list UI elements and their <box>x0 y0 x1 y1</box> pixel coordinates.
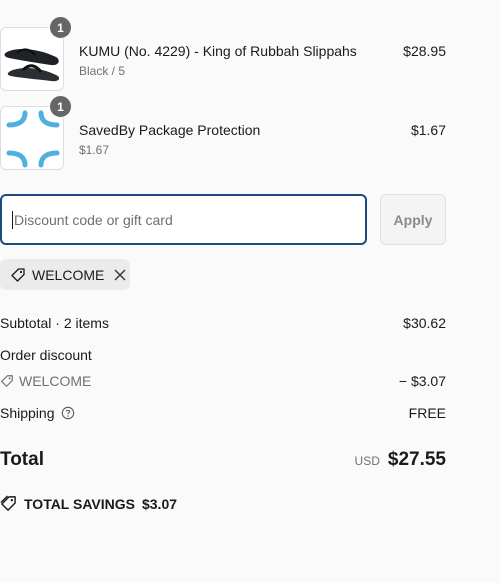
discount-code-line: WELCOME <box>0 373 91 389</box>
discount-code-row: WELCOME − $3.07 <box>0 373 446 391</box>
quantity-badge: 1 <box>49 95 72 118</box>
currency-code: USD <box>354 454 380 468</box>
applied-code-label: WELCOME <box>32 266 105 283</box>
discount-value: − $3.07 <box>398 373 446 389</box>
line-item: 1 SavedBy Package Protection $1.67 $1.67 <box>0 95 446 170</box>
apply-button[interactable]: Apply <box>380 194 446 245</box>
shipping-value: FREE <box>408 405 446 421</box>
line-item: 1 KUMU (No. 4229) - King of Rubbah Slipp… <box>0 16 446 91</box>
remove-discount-icon[interactable] <box>114 269 126 281</box>
shipping-label: Shipping <box>0 405 55 421</box>
tag-icon <box>1 375 13 387</box>
total-value: $27.55 <box>387 449 446 470</box>
help-icon[interactable] <box>61 406 75 420</box>
shipping-label-group: Shipping <box>0 405 75 421</box>
total-label: Total <box>0 449 44 470</box>
item-price: $28.95 <box>403 43 446 59</box>
savings-value: $3.07 <box>141 495 178 512</box>
item-variant: Black / 5 <box>79 64 126 78</box>
applied-discount-chip: WELCOME <box>0 259 130 290</box>
item-subtitle: $1.67 <box>79 143 110 157</box>
text-caret <box>12 211 13 229</box>
shipping-row: Shipping FREE <box>0 405 446 421</box>
savings-tag-icon <box>0 495 17 512</box>
order-discount-row: Order discount <box>0 347 446 363</box>
quantity-badge: 1 <box>49 16 72 39</box>
savings-label: TOTAL SAVINGS <box>24 495 135 512</box>
subtotal-row: Subtotal · 2 items $30.62 <box>0 315 446 331</box>
total-savings: TOTAL SAVINGS $3.07 <box>0 495 177 512</box>
item-title: SavedBy Package Protection <box>79 122 261 138</box>
order-discount-label: Order discount <box>0 347 92 363</box>
subtotal-value: $30.62 <box>403 315 446 331</box>
subtotal-label: Subtotal · 2 items <box>0 315 109 331</box>
discount-code-input[interactable] <box>0 194 367 245</box>
tag-icon <box>10 267 26 283</box>
item-price: $1.67 <box>410 122 446 138</box>
total-amount-group: USD $27.55 <box>355 449 446 471</box>
item-title: KUMU (No. 4229) - King of Rubbah Slippah… <box>79 43 357 59</box>
discount-code-label: WELCOME <box>19 373 92 389</box>
